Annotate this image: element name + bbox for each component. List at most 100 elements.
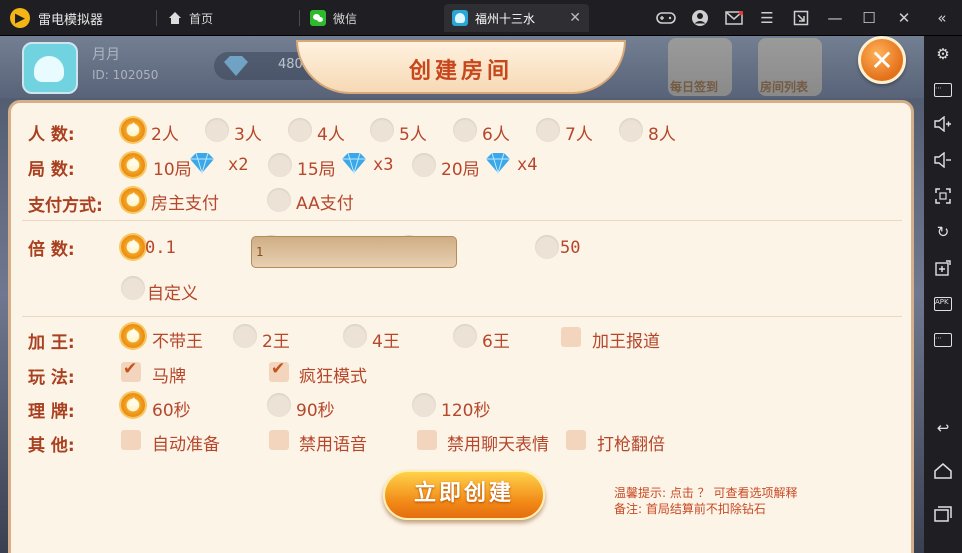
more-icon[interactable]: ⋯ — [933, 330, 953, 350]
rules-crazy-mode-checkbox[interactable] — [269, 359, 289, 382]
other-shoot-double-label: 打枪翻倍 — [597, 435, 665, 455]
players-radio-7[interactable] — [536, 118, 560, 142]
dialog-title: 创建房间 — [408, 59, 513, 84]
multiplier-radio-custom[interactable] — [121, 276, 145, 300]
players-option-2: 2人 — [151, 125, 179, 145]
home-icon[interactable] — [933, 461, 953, 481]
emulator-logo-icon: ▶ — [10, 8, 30, 28]
jokers-radio-6[interactable] — [453, 324, 477, 348]
jokers-option-2: 2王 — [262, 332, 290, 352]
multiplier-custom-input[interactable]: 1 — [251, 236, 457, 268]
players-option-6: 6人 — [482, 125, 510, 145]
volume-down-icon[interactable] — [933, 150, 953, 170]
maximize-icon[interactable]: ☐ — [859, 8, 879, 28]
rounds-option-10: 10局 — [153, 160, 192, 180]
create-room-button[interactable]: 立即创建 — [383, 470, 545, 520]
jokers-option-none: 不带王 — [152, 332, 203, 352]
gamepad-icon[interactable] — [656, 8, 676, 28]
multiplier-radio-50[interactable] — [535, 235, 559, 259]
keyboard-icon[interactable]: ⋯ — [933, 80, 953, 100]
collapse-icon[interactable]: « — [932, 8, 952, 28]
rounds-radio-10[interactable] — [121, 153, 145, 177]
players-option-4: 4人 — [317, 125, 345, 145]
tip-note: 备注: 首局结算前不扣除钻石 — [614, 502, 766, 516]
payment-radio-owner[interactable] — [121, 188, 145, 212]
multiplier-radio-0-1[interactable] — [121, 235, 145, 259]
other-label: 其 他: — [28, 436, 75, 456]
players-radio-2[interactable] — [121, 118, 145, 142]
mail-icon[interactable] — [724, 8, 744, 28]
wechat-icon — [310, 10, 326, 26]
recents-icon[interactable] — [933, 504, 953, 524]
diamond-icon — [486, 152, 510, 174]
jokers-label: 加 王: — [28, 333, 75, 353]
players-option-3: 3人 — [234, 125, 262, 145]
rules-crazy-mode-label: 疯狂模式 — [299, 367, 367, 387]
avatar[interactable] — [22, 42, 78, 94]
close-icon[interactable]: ✕ — [894, 8, 914, 28]
jokers-radio-4[interactable] — [343, 324, 367, 348]
jokers-option-4: 4王 — [372, 332, 400, 352]
room-list-label: 房间列表 — [760, 80, 809, 94]
menu-icon[interactable]: ☰ — [757, 8, 777, 28]
rules-label: 玩 法: — [28, 368, 75, 388]
other-shoot-double-checkbox[interactable] — [566, 430, 586, 450]
players-radio-6[interactable] — [453, 118, 477, 142]
settings-icon[interactable]: ⚙ — [933, 44, 953, 64]
tab-wechat[interactable]: 微信 — [302, 4, 440, 32]
emulator-brand: ▶ 雷电模拟器 — [10, 8, 103, 28]
back-icon[interactable]: ↩ — [933, 418, 953, 438]
arrange-radio-120[interactable] — [412, 393, 436, 417]
other-auto-ready-label: 自动准备 — [152, 435, 220, 455]
rounds-option-20: 20局 — [441, 160, 480, 180]
jokers-radio-none[interactable] — [121, 324, 145, 348]
other-disable-emoji-label: 禁用聊天表情 — [447, 435, 549, 455]
dialog-close-button[interactable]: ✕ — [858, 36, 906, 84]
apk-label: APK — [934, 297, 952, 311]
other-auto-ready-checkbox[interactable] — [121, 430, 141, 450]
multiplier-custom-label: 自定义 — [147, 284, 198, 304]
jokers-option-6: 6王 — [482, 332, 510, 352]
tab-home[interactable]: 首页 — [160, 4, 298, 32]
rules-horse-card-checkbox[interactable] — [121, 359, 141, 382]
rounds-option-15: 15局 — [297, 160, 336, 180]
multiplier-option-50: 50 — [560, 238, 581, 258]
multiplier-option-0-1: 0.1 — [145, 238, 176, 258]
players-option-5: 5人 — [399, 125, 427, 145]
rounds-cost-10: x2 — [228, 155, 249, 175]
apk-icon[interactable]: APK — [933, 294, 953, 314]
add-screen-icon[interactable] — [933, 258, 953, 278]
players-radio-8[interactable] — [619, 118, 643, 142]
volume-up-icon[interactable] — [933, 114, 953, 134]
payment-radio-aa[interactable] — [267, 188, 291, 212]
minimize-icon[interactable]: — — [825, 8, 845, 28]
players-radio-5[interactable] — [370, 118, 394, 142]
players-radio-4[interactable] — [288, 118, 312, 142]
tip-hint: 温馨提示: 点击 ？ 可查看选项解释 — [614, 486, 798, 500]
arrange-radio-90[interactable] — [267, 393, 291, 417]
tab-separator — [299, 10, 300, 26]
tab-close-icon[interactable]: ✕ — [569, 10, 581, 26]
tab-label: 福州十三水 — [475, 11, 536, 26]
rotate-icon[interactable]: ↻ — [933, 222, 953, 242]
multiplier-label: 倍 数: — [28, 240, 75, 260]
payment-option-owner: 房主支付 — [151, 194, 219, 214]
section-divider — [22, 316, 902, 317]
fullscreen-icon[interactable] — [933, 186, 953, 206]
other-disable-emoji-checkbox[interactable] — [417, 430, 437, 450]
players-radio-3[interactable] — [205, 118, 229, 142]
popout-icon[interactable] — [791, 8, 811, 28]
arrange-option-60: 60秒 — [152, 401, 191, 421]
section-divider — [22, 220, 902, 221]
arrange-radio-60[interactable] — [121, 393, 145, 417]
players-option-8: 8人 — [648, 125, 676, 145]
rounds-radio-15[interactable] — [268, 153, 292, 177]
players-option-7: 7人 — [565, 125, 593, 145]
jokers-report-checkbox[interactable] — [561, 327, 581, 347]
jokers-report-label: 加王报道 — [592, 332, 660, 352]
user-icon[interactable] — [690, 8, 710, 28]
other-disable-voice-checkbox[interactable] — [269, 430, 289, 450]
rounds-radio-20[interactable] — [412, 153, 436, 177]
tab-game[interactable]: 福州十三水 ✕ — [444, 4, 589, 32]
jokers-radio-2[interactable] — [233, 324, 257, 348]
